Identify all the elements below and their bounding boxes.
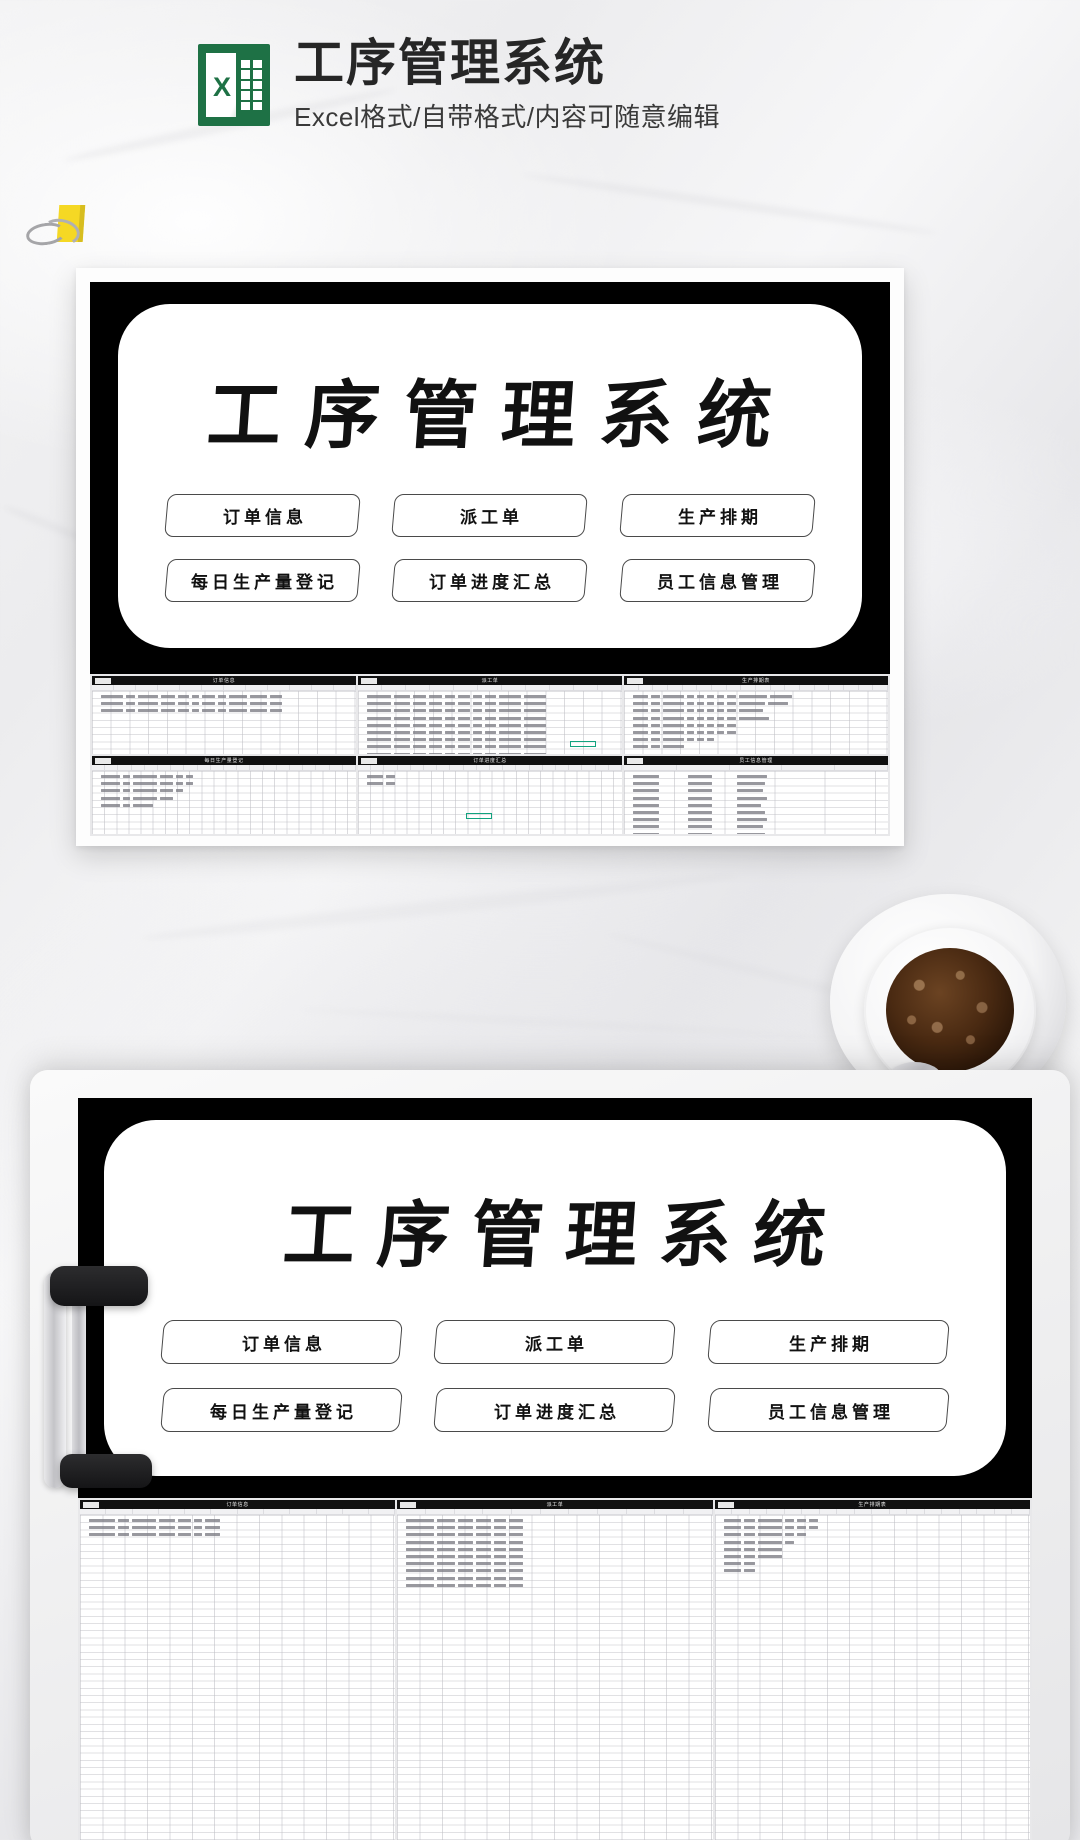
cover-button-daily-output-log[interactable]: 每日生产量登记 — [164, 559, 362, 602]
page-title: 工序管理系统 — [294, 35, 606, 91]
binder-clip-icon — [20, 205, 92, 255]
cover-button-order-progress-summary[interactable]: 订单进度汇总 — [391, 559, 589, 602]
cover-button-label: 订单进度汇总 — [428, 573, 555, 593]
sheet-thumbnail[interactable]: 员工信息管理 — [624, 756, 888, 834]
excel-logo-letter: X — [212, 72, 231, 102]
tablet-button-production-schedule[interactable]: 生产排期 — [706, 1320, 950, 1364]
sheet-thumbnail-caption: 订单进度汇总 — [473, 758, 507, 764]
page-header: X 工序管理系统 Excel格式/自带格式/内容可随意编辑 — [198, 36, 720, 134]
excel-logo-icon: X — [198, 44, 270, 126]
cover-button-label: 生产排期 — [677, 508, 762, 528]
cover-button-dispatch-order[interactable]: 派工单 — [391, 494, 589, 537]
cover-button-employee-info[interactable]: 员工信息管理 — [618, 559, 816, 602]
tablet-button-label: 派工单 — [525, 1334, 589, 1355]
sheet-thumbnail-caption: 员工信息管理 — [739, 758, 773, 764]
tablet-cover-sheet: 工序管理系统 订单信息 派工单 生产排期 每日生产量登记 订单进度汇总 员工信息… — [78, 1098, 1032, 1498]
tablet-button-label: 订单信息 — [241, 1334, 326, 1355]
sheet-thumbnail[interactable]: 订单信息 — [92, 676, 356, 754]
sheet-thumbnail[interactable]: 订单进度汇总 — [358, 756, 622, 834]
screenshot-card: 工序管理系统 订单信息 派工单 生产排期 每日生产量登记 订单进度汇总 员工信息… — [76, 268, 904, 846]
tablet-sheet-caption: 生产排期表 — [858, 1502, 887, 1508]
cover-button-order-info[interactable]: 订单信息 — [164, 494, 362, 537]
tablet-device: 工序管理系统 订单信息 派工单 生产排期 每日生产量登记 订单进度汇总 员工信息… — [30, 1070, 1070, 1840]
cover-button-production-schedule[interactable]: 生产排期 — [618, 494, 816, 537]
cover-title: 工序管理系统 — [204, 373, 799, 459]
coffee-cup-icon — [830, 880, 1080, 1110]
tablet-button-daily-output-log[interactable]: 每日生产量登记 — [160, 1388, 404, 1432]
sheet-thumbnail-caption: 生产排期表 — [741, 678, 770, 684]
tablet-screen: 工序管理系统 订单信息 派工单 生产排期 每日生产量登记 订单进度汇总 员工信息… — [78, 1098, 1032, 1840]
cover-button-label: 每日生产量登记 — [191, 573, 339, 593]
tablet-button-label: 每日生产量登记 — [210, 1402, 358, 1423]
tablet-button-dispatch-order[interactable]: 派工单 — [433, 1320, 677, 1364]
tablet-button-label: 生产排期 — [788, 1334, 873, 1355]
tablet-button-employee-info[interactable]: 员工信息管理 — [706, 1388, 950, 1432]
tablet-button-grid: 订单信息 派工单 生产排期 每日生产量登记 订单进度汇总 员工信息管理 — [160, 1320, 950, 1432]
cover-button-label: 派工单 — [460, 508, 524, 528]
sheet-thumbnail-caption: 派工单 — [481, 678, 499, 684]
tablet-cover-title: 工序管理系统 — [280, 1192, 851, 1277]
tablet-sheet-thumbnail[interactable]: 生产排期表 — [714, 1500, 1030, 1840]
tablet-sheet-caption: 派工单 — [546, 1502, 564, 1508]
sheet-thumbnail[interactable]: 生产排期表 — [624, 676, 888, 754]
sheet-thumbnail-strip: 订单信息 派工单 生产排期表 每日生产量登记 订单进度汇总 员工信息管理 — [90, 674, 890, 836]
sheet-thumbnail[interactable]: 派工单 — [358, 676, 622, 754]
tablet-sheet-thumbnail[interactable]: 派工单 — [397, 1500, 713, 1840]
cover-button-label: 员工信息管理 — [656, 573, 783, 593]
tablet-button-label: 员工信息管理 — [767, 1402, 894, 1423]
sheet-thumbnail-caption: 每日生产量登记 — [204, 758, 244, 764]
selected-cell-highlight — [570, 741, 596, 747]
tablet-button-order-progress-summary[interactable]: 订单进度汇总 — [433, 1388, 677, 1432]
cover-button-label: 订单信息 — [222, 508, 307, 528]
sheet-thumbnail[interactable]: 每日生产量登记 — [92, 756, 356, 834]
selected-cell-highlight — [466, 813, 492, 819]
sheet-thumbnail-caption: 订单信息 — [212, 678, 236, 684]
page-subtitle: Excel格式/自带格式/内容可随意编辑 — [294, 102, 721, 132]
cover-button-grid: 订单信息 派工单 生产排期 每日生产量登记 订单进度汇总 员工信息管理 — [164, 494, 816, 602]
workbook-cover-sheet: 工序管理系统 订单信息 派工单 生产排期 每日生产量登记 订单进度汇总 员工信息… — [90, 282, 890, 670]
tablet-clamp-icon — [44, 1258, 164, 1558]
tablet-sheet-thumbnail-strip: 订单信息 派工单 生产排期表 — [78, 1498, 1032, 1840]
tablet-button-order-info[interactable]: 订单信息 — [160, 1320, 404, 1364]
tablet-button-label: 订单进度汇总 — [493, 1402, 620, 1423]
